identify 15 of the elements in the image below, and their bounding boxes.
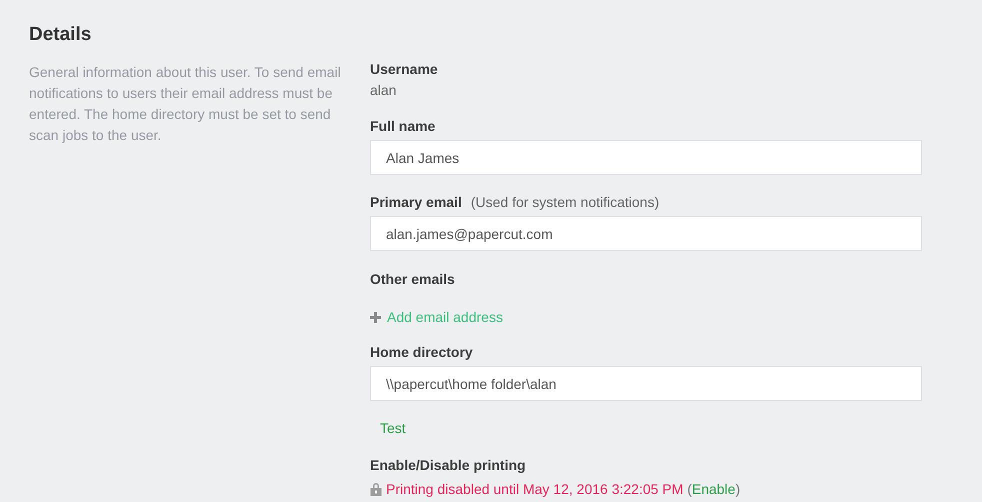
full-name-field[interactable]: Alan James (370, 140, 922, 175)
username-value: alan (370, 81, 398, 100)
home-directory-field[interactable]: \\papercut\home folder\alan (370, 366, 922, 401)
plus-icon (370, 312, 381, 322)
field-label: Other emails (370, 271, 455, 287)
field-label: Full name (370, 117, 436, 136)
primary-email-field[interactable]: alan.james@papercut.com (370, 216, 922, 251)
printing-status: Printing disabled until May 12, 2016 3:22:05 PM (Enable) (386, 480, 740, 499)
field-note: (Used for system notifications) (470, 193, 660, 212)
section-description: General information about this user. To send email notifications to users their email address must be entered. The home directory must be set to send scan jobs to the user. (29, 63, 342, 145)
field-label: Enable/Disable printing (370, 457, 526, 473)
field-label: Primary email (370, 193, 462, 212)
section-title: Details (29, 23, 92, 47)
field-label: Home directory (370, 343, 474, 362)
field-label: Username (370, 60, 439, 79)
